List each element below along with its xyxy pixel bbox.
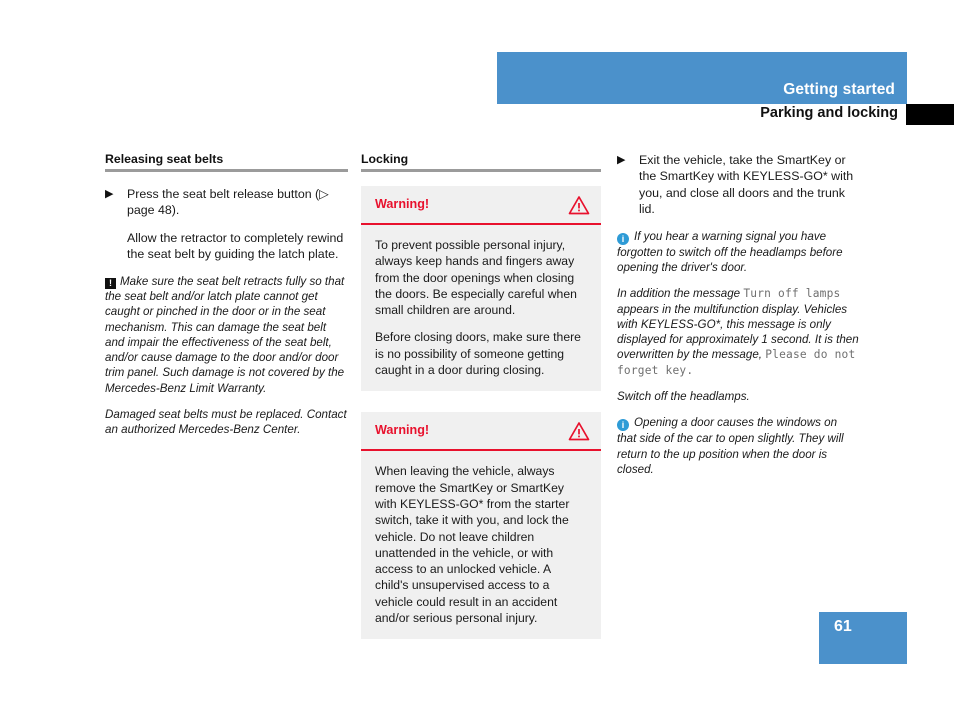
- left-step-item: ▶ Press the seat belt release button (▷ …: [105, 186, 348, 219]
- display-message-period: .: [686, 363, 694, 377]
- header-chapter-title: Getting started: [783, 81, 895, 98]
- right-info-text-1: If you hear a warning signal you have fo…: [617, 229, 843, 274]
- warning-paragraph: To prevent possible personal injury, alw…: [375, 238, 577, 318]
- warning-header: Warning!: [361, 412, 601, 452]
- middle-section-heading: Locking: [361, 152, 409, 166]
- warning-box: Warning! When leaving the vehicle, alway…: [361, 412, 601, 640]
- left-step-text: Press the seat belt release button (▷ pa…: [127, 187, 329, 218]
- right-step-item: ▶ Exit the vehicle, take the SmartKey or…: [617, 152, 859, 218]
- left-step-continuation: Allow the retractor to completely rewind…: [127, 230, 344, 262]
- step-bullet-icon: ▶: [105, 188, 114, 200]
- addition-text-a: In addition the message: [617, 287, 741, 301]
- header-thumb-tab: [906, 104, 954, 125]
- warning-title: Warning!: [375, 423, 430, 438]
- left-section-rule: [105, 169, 348, 172]
- page-number-box: 61: [819, 612, 907, 664]
- warning-title: Warning!: [375, 197, 430, 211]
- header-section-row: Parking and locking: [497, 104, 954, 126]
- left-column: Releasing seat belts ▶ Press the seat be…: [105, 152, 348, 449]
- display-message-turn-off-lamps: Turn off lamps: [743, 287, 841, 301]
- right-info-note-1: i If you hear a warning signal you have f…: [617, 229, 859, 276]
- right-step-text: Exit the vehicle, take the SmartKey or t…: [639, 153, 854, 217]
- warning-triangle-icon: [568, 421, 590, 441]
- info-icon: i: [617, 419, 629, 432]
- right-info-note-2: i Opening a door causes the windows on th…: [617, 415, 859, 477]
- right-switch-off-headlamps: Switch off the headlamps.: [617, 390, 750, 403]
- warning-paragraph: Before closing doors, make sure there is…: [375, 330, 581, 378]
- warning-paragraph: When leaving the vehicle, always remove …: [375, 464, 570, 626]
- header-chapter-band: Getting started: [497, 52, 907, 104]
- warning-header: Warning!: [361, 186, 601, 225]
- left-section-heading: Releasing seat belts: [105, 152, 224, 166]
- middle-section-rule: [361, 169, 601, 172]
- middle-column: Locking Warning! To prevent possible per…: [361, 152, 601, 660]
- right-column: ▶ Exit the vehicle, take the SmartKey or…: [617, 152, 859, 488]
- step-bullet-icon: ▶: [617, 154, 626, 166]
- header-section-title: Parking and locking: [760, 105, 898, 121]
- info-icon: i: [617, 232, 629, 245]
- right-info-text-2: Opening a door causes the windows on tha…: [617, 416, 844, 476]
- left-note: Damaged seat belts must be replaced. Con…: [105, 408, 347, 437]
- right-display-message-paragraph: In addition the message Turn off lamps a…: [617, 286, 859, 378]
- caution-exclamation-icon: !: [105, 277, 116, 289]
- left-caution-note: ! Make sure the seat belt retracts fully …: [105, 274, 348, 396]
- warning-body: When leaving the vehicle, always remove …: [361, 451, 601, 639]
- left-caution-text: Make sure the seat belt retracts fully s…: [105, 274, 345, 395]
- page-number: 61: [834, 618, 852, 635]
- warning-triangle-icon: [568, 195, 590, 215]
- warning-box: Warning! To prevent possible personal in…: [361, 186, 601, 392]
- warning-body: To prevent possible personal injury, alw…: [361, 225, 601, 391]
